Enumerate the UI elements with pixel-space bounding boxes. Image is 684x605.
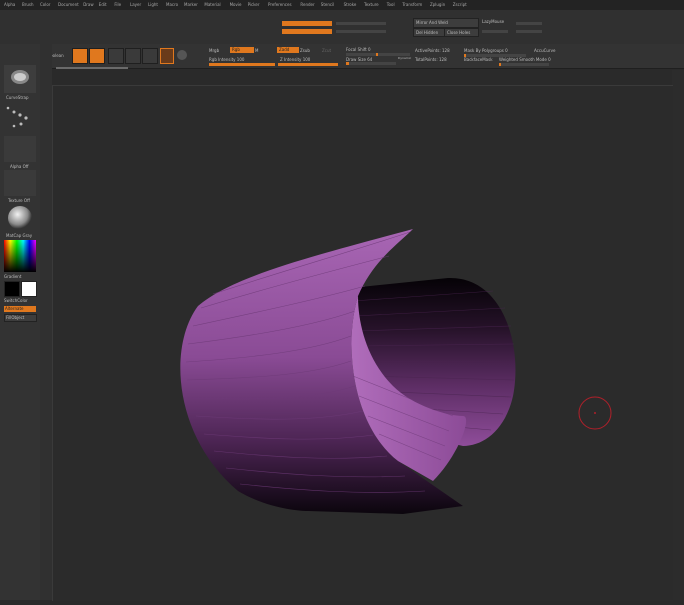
- switch-color-label[interactable]: SwitchColor: [4, 298, 28, 303]
- texture-thumbnail[interactable]: [4, 170, 36, 196]
- dots-stroke-icon: [6, 106, 28, 128]
- menu-item[interactable]: Zplugin: [430, 0, 445, 10]
- weighted-smooth-label[interactable]: Weighted Smooth Mode 0: [499, 57, 551, 62]
- total-points-label: TotalPoints: 128: [415, 57, 447, 62]
- rotate-tool-icon[interactable]: [142, 48, 158, 64]
- close-holes-button[interactable]: Close Holes: [444, 28, 479, 37]
- rgb-button[interactable]: Rgb: [230, 47, 254, 53]
- menu-item[interactable]: Light: [148, 0, 158, 10]
- mrgb-label[interactable]: Mrgb: [209, 48, 219, 53]
- accucurve-button[interactable]: AccuCurve: [534, 48, 555, 53]
- texture-label: Texture Off: [8, 198, 30, 203]
- menu-item[interactable]: Marker: [184, 0, 198, 10]
- 3d-viewport[interactable]: [53, 86, 673, 601]
- lazy-mouse-label[interactable]: LazyMouse: [482, 19, 504, 24]
- dynamic-toggle[interactable]: Dynamic: [398, 56, 411, 60]
- menu-bar: Alpha Brush Color Document Draw Edit File Layer…: [0, 0, 684, 10]
- weighted-smooth-slider[interactable]: [499, 63, 549, 66]
- top-slider-4[interactable]: [336, 30, 386, 33]
- z-intensity-slider[interactable]: [278, 63, 338, 66]
- color-picker[interactable]: [4, 240, 36, 272]
- draw-tool-icon[interactable]: [89, 48, 105, 64]
- menu-item[interactable]: Document: [58, 0, 79, 10]
- main-color-swatch[interactable]: [4, 281, 20, 297]
- top-slider-1[interactable]: [282, 21, 332, 26]
- menu-item[interactable]: Layer: [130, 0, 141, 10]
- fill-object-button[interactable]: FillObject: [4, 314, 37, 322]
- move-tool-icon[interactable]: [108, 48, 124, 64]
- brush-name: CurveStrap: [6, 95, 29, 100]
- top-right-slider-1[interactable]: [516, 22, 542, 25]
- alpha-thumbnail[interactable]: [4, 136, 36, 162]
- mirror-and-weld-button[interactable]: Mirror And Weld: [413, 18, 479, 28]
- menu-item[interactable]: Draw: [83, 0, 93, 10]
- brush-cursor-center-icon: [594, 412, 596, 414]
- edit-tool-icon[interactable]: [72, 48, 88, 64]
- active-points-label: ActivePoints: 128: [415, 48, 450, 53]
- menu-item[interactable]: Preferences: [268, 0, 292, 10]
- menu-item[interactable]: Stencil: [321, 0, 335, 10]
- menu-item[interactable]: Tool: [387, 0, 395, 10]
- menu-item[interactable]: Movie: [230, 0, 242, 10]
- menu-item[interactable]: Color: [40, 0, 50, 10]
- menu-item[interactable]: Stroke: [344, 0, 357, 10]
- menu-item[interactable]: Picker: [248, 0, 260, 10]
- menu-item[interactable]: Brush: [22, 0, 34, 10]
- focal-shift-label[interactable]: Focal Shift 0: [346, 47, 371, 52]
- menu-item[interactable]: Material: [204, 0, 220, 10]
- matcap-sphere-icon: [8, 206, 32, 230]
- mask-by-polygroups-label[interactable]: Mask By Polygroups 0: [464, 48, 508, 53]
- material-thumbnail[interactable]: [4, 204, 36, 232]
- menu-item[interactable]: Render: [300, 0, 314, 10]
- draw-size-slider[interactable]: [346, 62, 396, 65]
- top-slider-3[interactable]: [282, 29, 332, 34]
- menu-item[interactable]: File: [114, 0, 121, 10]
- menu-item[interactable]: Transform: [402, 0, 422, 10]
- secondary-color-swatch[interactable]: [21, 281, 37, 297]
- menu-item[interactable]: Texture: [364, 0, 379, 10]
- alpha-label: Alpha Off: [10, 164, 29, 169]
- toolbar: LightBox Live Boolean Mrgb Rgb M Rgb Int…: [0, 44, 684, 69]
- left-strip: [40, 44, 52, 600]
- material-label: MatCap Gray: [6, 233, 33, 238]
- backface-mask-button[interactable]: BackfaceMask: [464, 57, 493, 62]
- z-intensity-label[interactable]: Z Intensity 100: [280, 57, 310, 62]
- menu-item[interactable]: Macro: [166, 0, 178, 10]
- top-right-slider-2[interactable]: [516, 30, 542, 33]
- zcut-button[interactable]: Zcut: [322, 48, 331, 53]
- stroke-thumbnail[interactable]: [4, 102, 36, 132]
- curve-strap-brush-icon: [11, 70, 29, 84]
- pose-icon[interactable]: [160, 48, 174, 64]
- lazy-slider[interactable]: [482, 30, 508, 33]
- menu-item[interactable]: Zscript: [453, 0, 467, 10]
- top-slider-2[interactable]: [336, 22, 386, 25]
- gradient-label[interactable]: Gradient: [4, 274, 21, 279]
- alternate-button[interactable]: Alternate: [4, 306, 36, 312]
- del-hidden-button[interactable]: Del Hidden: [413, 28, 445, 37]
- m-button[interactable]: M: [255, 48, 258, 53]
- sphere-icon[interactable]: [177, 50, 187, 60]
- document-canvas[interactable]: [52, 85, 673, 601]
- brush-thumbnail[interactable]: [4, 65, 36, 93]
- scale-tool-icon[interactable]: [125, 48, 141, 64]
- left-tray: CurveStrap Alpha Off Texture Off MatCap …: [0, 44, 40, 600]
- rgb-intensity-label[interactable]: Rgb Intensity 100: [209, 57, 244, 62]
- menu-item[interactable]: Edit: [99, 0, 107, 10]
- rgb-intensity-slider[interactable]: [209, 63, 275, 66]
- menu-item[interactable]: Alpha: [4, 0, 15, 10]
- toolbar-scrollbar[interactable]: [56, 67, 128, 69]
- right-strip: [672, 70, 684, 600]
- zadd-button[interactable]: Zadd: [277, 47, 299, 53]
- top-shelf: Mirror And Weld LazyMouse Del Hidden Clo…: [0, 10, 684, 44]
- zsub-button[interactable]: Zsub: [300, 48, 310, 53]
